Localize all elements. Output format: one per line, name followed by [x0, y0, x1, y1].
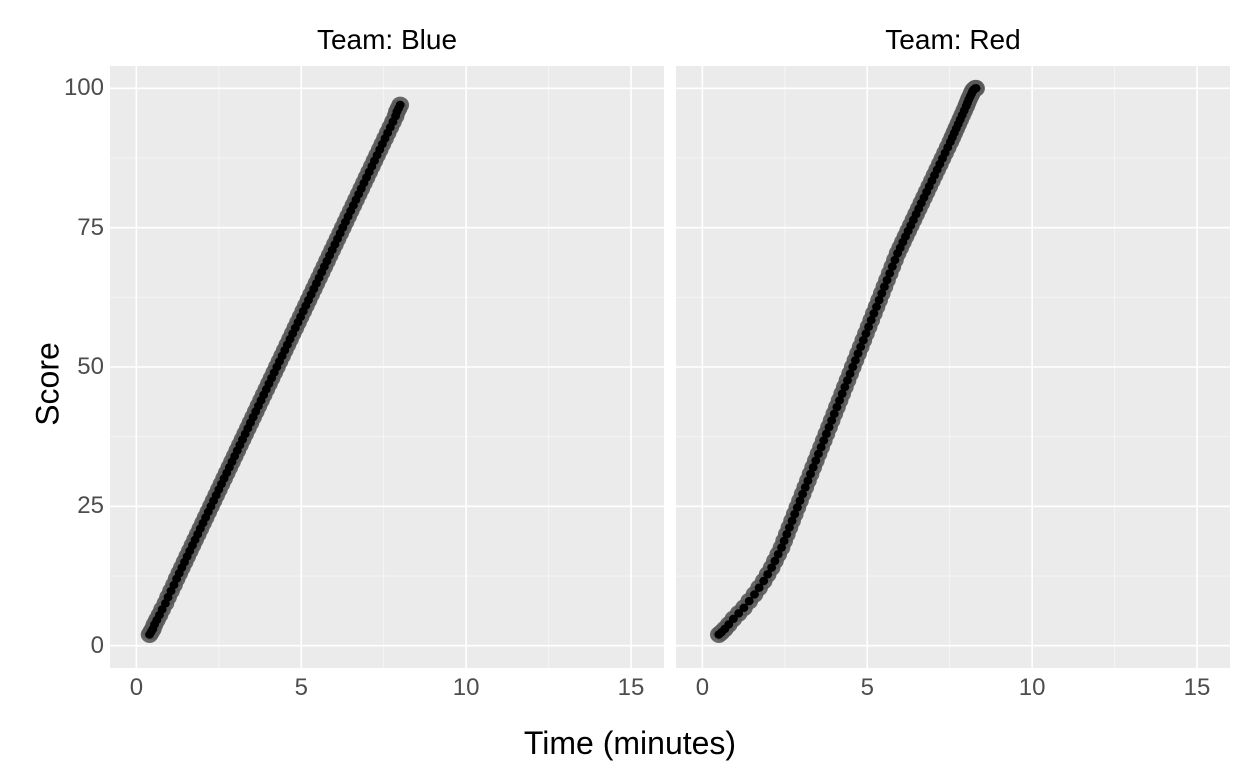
y-tick-label: 25	[60, 492, 104, 520]
x-tick-label: 5	[295, 674, 308, 702]
y-tick-label: 100	[60, 74, 104, 102]
x-tick-label: 0	[696, 674, 709, 702]
x-tick-group: 0 5 10 15	[676, 674, 1230, 708]
panel	[676, 66, 1230, 668]
facet-title: Team: Blue	[110, 18, 664, 66]
facet-panel: Team: Blue	[110, 18, 664, 668]
x-tick-label: 15	[1184, 674, 1211, 702]
x-axis-title: Time (minutes)	[524, 725, 736, 762]
x-tick-label: 5	[861, 674, 874, 702]
plot-area: Team: BlueTeam: Red	[110, 18, 1230, 668]
data-points	[145, 101, 404, 639]
x-axis: 0 5 10 15 0 5 10 15	[110, 674, 1230, 708]
x-tick-group: 0 5 10 15	[110, 674, 664, 708]
x-tick-label: 10	[453, 674, 480, 702]
x-tick-label: 0	[130, 674, 143, 702]
panel-svg	[676, 66, 1230, 668]
facet-panel: Team: Red	[676, 18, 1230, 668]
y-tick-label: 50	[60, 353, 104, 381]
panel	[110, 66, 664, 668]
x-tick-label: 15	[618, 674, 645, 702]
panel-svg	[110, 66, 664, 668]
facet-title: Team: Red	[676, 18, 1230, 66]
chart-container: Score Time (minutes) 0255075100 Team: Bl…	[0, 0, 1248, 768]
x-tick-label: 10	[1019, 674, 1046, 702]
y-tick-label: 75	[60, 214, 104, 242]
y-axis: 0 25 50 75 100	[60, 18, 110, 668]
y-tick-label: 0	[60, 632, 104, 660]
